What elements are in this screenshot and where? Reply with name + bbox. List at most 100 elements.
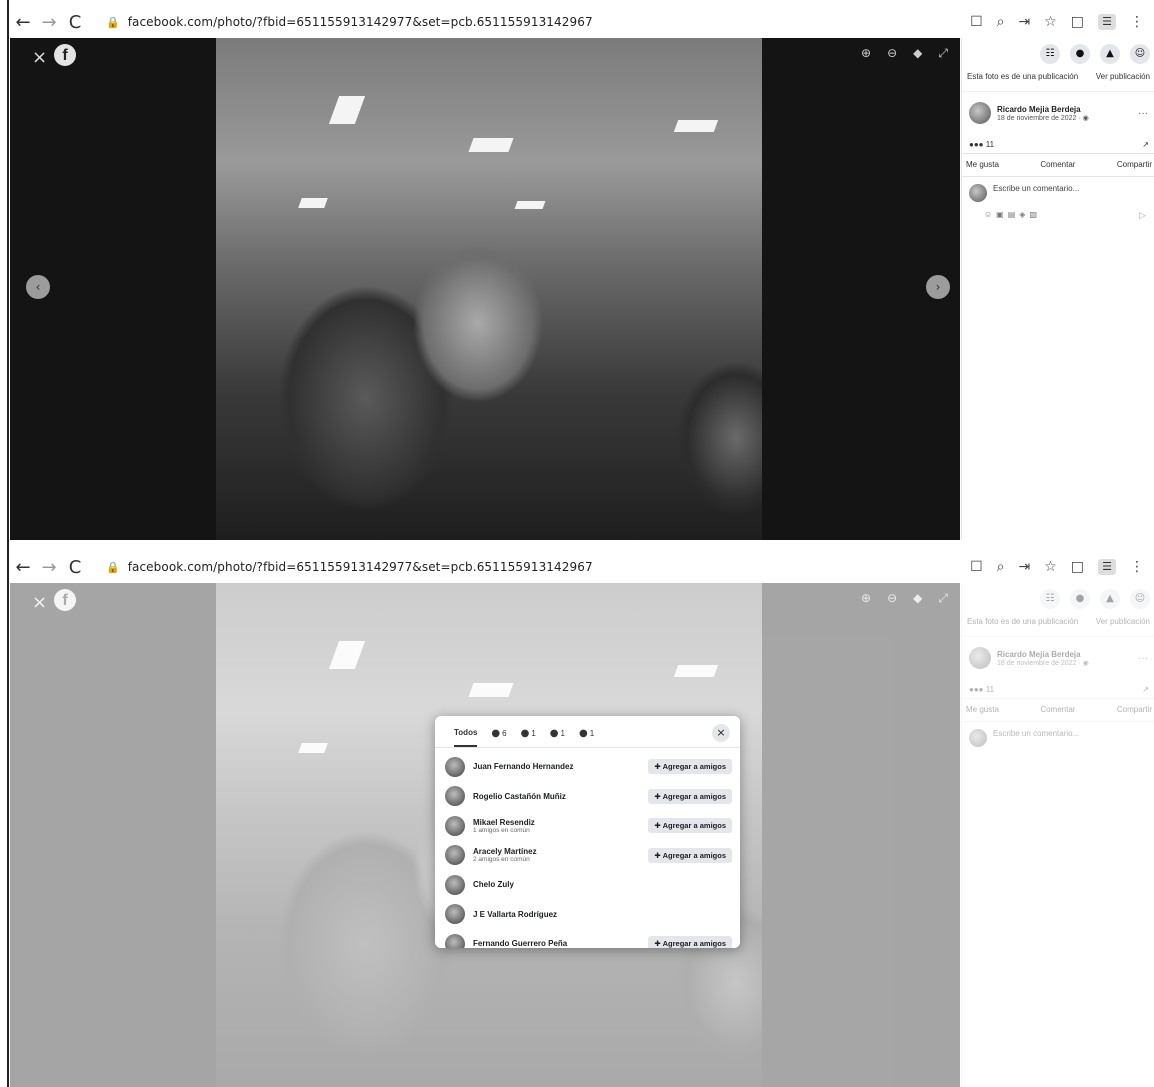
tab-wow[interactable]: ● 1 [579, 728, 594, 747]
sticker-icon[interactable]: ◈ [1019, 210, 1025, 221]
ceiling-light [298, 198, 328, 208]
reactor-row: J E Vallarta Rodríguez [435, 900, 740, 930]
install-app-icon[interactable]: ☐ [970, 559, 983, 575]
add-friend-button[interactable]: ✚ Agregar a amigos [648, 788, 732, 804]
reactor-avatar[interactable] [445, 874, 465, 895]
comment-input[interactable]: Escribe un comentario... [993, 184, 1148, 193]
add-friend-label: Agregar a amigos [662, 850, 726, 860]
tab-care[interactable]: ● 1 [550, 728, 565, 747]
add-friend-icon: ✚ [654, 939, 661, 948]
avatar-sticker-icon[interactable]: ▧ [1029, 210, 1037, 221]
reload-icon[interactable]: C [62, 557, 88, 578]
reactor-avatar[interactable] [445, 845, 465, 866]
reactor-info: Chelo Zuly [473, 880, 732, 889]
address-bar-url[interactable]: facebook.com/photo/?fbid=651155913142977… [128, 560, 593, 574]
like-button[interactable]: Me gusta [966, 160, 999, 169]
add-friend-button[interactable]: ✚ Agregar a amigos [648, 847, 732, 863]
forward-arrow-icon[interactable]: → [36, 557, 62, 578]
add-friend-button[interactable]: ✚ Agregar a amigos [648, 818, 732, 834]
forward-arrow-icon[interactable]: → [36, 12, 62, 33]
post-origin-note: Esta foto es de una publicación Ver publ… [962, 70, 1154, 92]
tab-like-count: 6 [502, 729, 507, 738]
zoom-in-icon[interactable]: ⊕ [861, 46, 871, 61]
install-app-icon[interactable]: ☐ [970, 14, 983, 30]
reaction-count: 11 [985, 140, 995, 149]
reactor-avatar[interactable] [445, 904, 465, 925]
back-arrow-icon[interactable]: ← [10, 12, 36, 33]
browser-menu-icon[interactable]: ⋮ [1130, 559, 1144, 575]
tab-wow-count: 1 [589, 729, 595, 738]
author-name[interactable]: Ricardo Mejia Berdeja [997, 105, 1089, 114]
reactor-row: Mikael Resendiz 1 amigos en común ✚ Agregar… [435, 811, 740, 841]
tab-all[interactable]: Todos [454, 728, 478, 747]
reactor-name[interactable]: Aracely Martínez [473, 847, 648, 856]
love-reaction-icon: ● [520, 728, 530, 739]
reactor-row: Rogelio Castañón Muñiz ✚ Agregar a amigos [435, 782, 740, 812]
address-bar-url[interactable]: facebook.com/photo/?fbid=651155913142977… [128, 15, 593, 29]
add-friend-button[interactable]: ✚ Agregar a amigos [648, 936, 732, 948]
fullscreen-icon[interactable]: ⤢ [938, 46, 948, 61]
back-arrow-icon[interactable]: ← [10, 557, 36, 578]
zoom-out-icon[interactable]: ⊖ [887, 46, 897, 61]
previous-photo-button[interactable]: ‹ [26, 275, 50, 299]
facebook-logo-icon[interactable]: f [54, 44, 76, 66]
share-page-icon[interactable]: ⇥ [1018, 559, 1030, 575]
care-reaction-icon: ● [549, 728, 559, 739]
mutual-friends: 1 amigos en común [473, 826, 530, 834]
side-panel-icon[interactable]: □ [1071, 14, 1084, 30]
reactor-info: Aracely Martínez 2 amigos en común [473, 847, 648, 863]
post-author: Ricardo Mejia Berdeja 18 de noviembre de… [962, 92, 1154, 132]
tag-icon[interactable]: ◆ [913, 46, 922, 61]
account-avatar-icon[interactable]: ☺ [1130, 44, 1150, 64]
reactor-avatar[interactable] [445, 786, 465, 807]
reactor-name[interactable]: Mikael Resendiz [473, 818, 648, 827]
close-viewer-icon[interactable]: × [32, 47, 47, 68]
close-dialog-icon[interactable]: × [712, 724, 730, 742]
messenger-icon[interactable]: ● [1070, 44, 1090, 64]
author-avatar[interactable] [969, 102, 991, 124]
reactor-name[interactable]: Rogelio Castañón Muñiz [473, 792, 648, 801]
share-page-icon[interactable]: ⇥ [1018, 14, 1030, 30]
notifications-icon[interactable]: ▲ [1100, 44, 1120, 64]
reactor-avatar[interactable] [445, 933, 465, 948]
add-friend-icon: ✚ [654, 791, 661, 801]
add-friend-button[interactable]: ✚ Agregar a amigos [648, 759, 732, 775]
reactor-info: Mikael Resendiz 1 amigos en común [473, 818, 648, 834]
share-button[interactable]: Compartir [1117, 160, 1152, 169]
reactor-name[interactable]: Chelo Zuly [473, 880, 732, 889]
next-photo-button[interactable]: › [926, 275, 950, 299]
bookmark-star-icon[interactable]: ☆ [1044, 14, 1057, 30]
reload-icon[interactable]: C [62, 12, 88, 33]
tab-like[interactable]: ● 6 [491, 728, 506, 747]
reactor-info: Fernando Guerrero Peña [473, 939, 648, 948]
reactor-name[interactable]: Juan Fernando Hernandez [473, 762, 648, 771]
profile-icon[interactable]: ☰ [1098, 559, 1116, 575]
post-date[interactable]: 18 de noviembre de 2022 · ◉ [997, 114, 1089, 122]
gif-icon[interactable]: ▤ [1008, 210, 1016, 221]
reactor-avatar[interactable] [445, 756, 465, 777]
more-options-icon[interactable]: ··· [1138, 108, 1148, 119]
side-panel-icon[interactable]: □ [1071, 559, 1084, 575]
lock-icon[interactable]: 🔒 [106, 561, 120, 574]
browser-menu-icon[interactable]: ⋮ [1130, 14, 1144, 30]
reactions-dialog: Todos ● 6 ● 1 ● 1 ● 1 × Juan Fernando Hernan… [435, 716, 740, 948]
tab-love[interactable]: ● 1 [521, 728, 536, 747]
reactor-avatar[interactable] [445, 815, 465, 836]
zoom-icon[interactable]: ⌕ [997, 559, 1005, 575]
bookmark-star-icon[interactable]: ☆ [1044, 559, 1057, 575]
reactor-name[interactable]: Fernando Guerrero Peña [473, 939, 648, 948]
emoji-icon[interactable]: ☺ [984, 210, 992, 221]
reactions-summary[interactable]: ●●● 11 ↗ [962, 132, 1154, 154]
browser-actions: ☐ ⌕ ⇥ ☆ □ ☰ ⋮ [970, 6, 1144, 38]
view-post-link[interactable]: Ver publicación [1096, 72, 1150, 81]
comment-button[interactable]: Comentar [1040, 160, 1075, 169]
lock-icon[interactable]: 🔒 [106, 16, 120, 29]
profile-icon[interactable]: ☰ [1098, 14, 1116, 30]
zoom-icon[interactable]: ⌕ [997, 14, 1005, 30]
add-friend-label: Agregar a amigos [662, 791, 726, 801]
menu-grid-icon[interactable]: ☷ [1040, 44, 1060, 64]
send-icon[interactable]: ▷ [1139, 210, 1146, 221]
add-friend-label: Agregar a amigos [662, 939, 726, 948]
reactor-name[interactable]: J E Vallarta Rodríguez [473, 910, 732, 919]
camera-icon[interactable]: ▣ [996, 210, 1004, 221]
